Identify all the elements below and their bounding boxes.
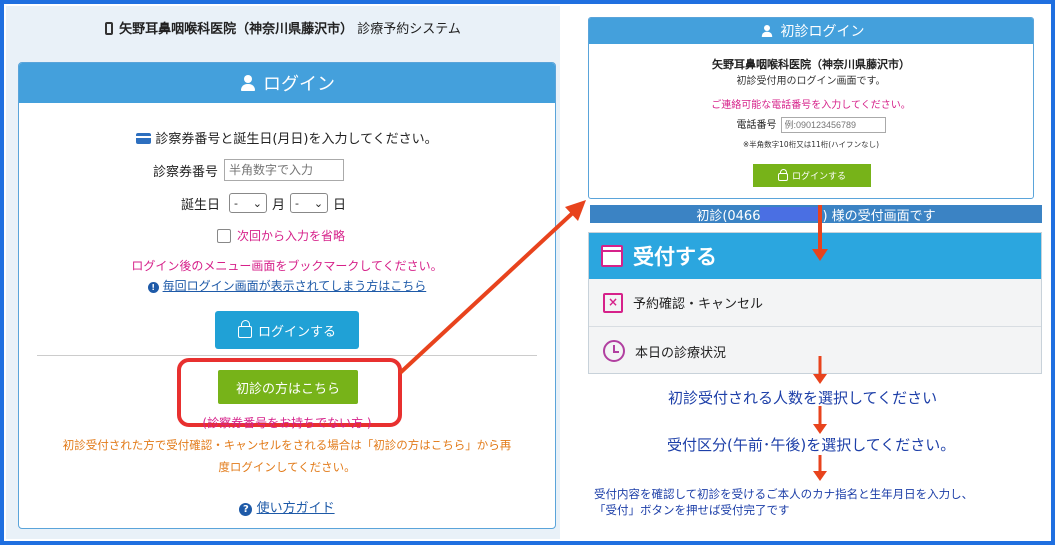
calendar-icon [601,245,623,267]
phone-note: ※半角数字10桁又は11桁(ハイフンなし) [742,140,880,149]
step-3-line1: 受付内容を確認して初診を受けるご本人のカナ指名と生年月日を入力し、 [594,487,974,501]
down-arrow-4 [813,455,827,481]
reception-bar-prefix: 初診(0466 [696,208,761,224]
reception-menu-title: 受付する [633,245,717,269]
step-2-text: 受付区分(午前･午後)を選択してください。 [667,436,956,454]
first-login-button[interactable]: ログインする [753,164,871,187]
step-3-line2: 「受付」ボタンを押せば受付完了です [594,503,790,517]
phone-label: 電話番号 [736,120,777,131]
user-icon [760,24,774,38]
clock-icon [603,340,625,362]
phone-row: 電話番号 [589,116,1033,133]
down-arrow-1 [812,205,828,261]
menu-item-confirm-cancel[interactable]: × 予約確認・キャンセル [589,279,1041,327]
first-login-clinic: 矢野耳鼻咽喉科医院（神奈川県藤沢市） [712,58,910,71]
menu-item-status-label: 本日の診療状況 [635,345,727,361]
down-arrow-2 [813,356,827,384]
down-arrow-3 [813,406,827,434]
first-login-title: 初診ログイン [780,24,865,40]
first-login-card: 初診ログイン 矢野耳鼻咽喉科医院（神奈川県藤沢市） 初診受付用のログイン画面です… [588,17,1034,199]
first-login-header: 初診ログイン [589,18,1033,44]
menu-item-confirm-label: 予約確認・キャンセル [633,297,764,312]
diagonal-arrow-line [398,206,580,375]
step-1-text: 初診受付される人数を選択してください [668,389,938,407]
lock-icon [777,169,788,181]
phone-prompt: ご連絡可能な電話番号を入力してください。 [711,100,911,111]
phone-input[interactable] [780,117,886,133]
first-login-subtitle: 初診受付用のログイン画面です。 [736,76,886,87]
calendar-cancel-icon: × [603,292,623,313]
reception-bar-suffix: ) 様の受付画面です [822,208,936,224]
first-login-button-label: ログインする [791,172,846,182]
